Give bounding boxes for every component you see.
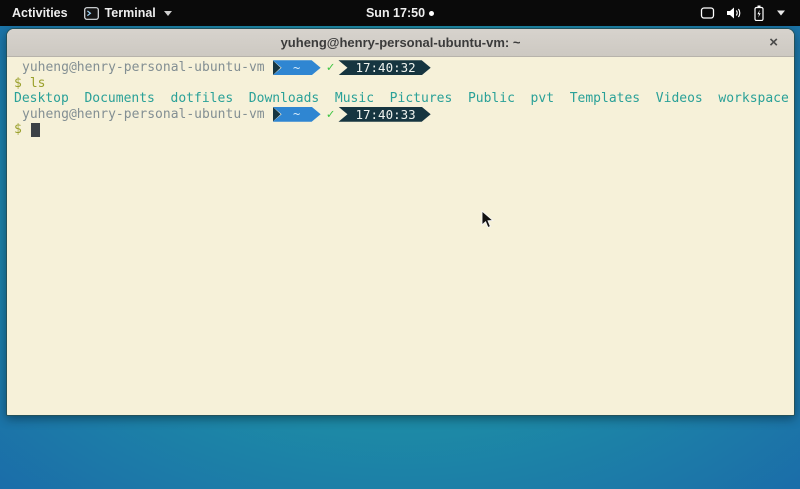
- top-bar: Activities Terminal Sun 17:50: [0, 0, 800, 26]
- command-text: ls: [30, 76, 46, 91]
- time-label: 17:40:33: [355, 107, 415, 122]
- prompt-line-2: yuheng@henry-personal-ubuntu-vm ~ ✓ 17:4…: [14, 107, 794, 123]
- clock-button[interactable]: Sun 17:50: [366, 6, 434, 20]
- time-label: 17:40:32: [355, 60, 415, 75]
- app-menu-label: Terminal: [105, 6, 156, 20]
- terminal-window: yuheng@henry-personal-ubuntu-vm: ~ × yuh…: [6, 28, 795, 416]
- volume-icon: [726, 6, 742, 20]
- time-segment: 17:40:32: [338, 60, 430, 75]
- ls-output: Desktop Documents dotfiles Downloads Mus…: [14, 91, 794, 107]
- prompt-symbol: $: [14, 122, 22, 137]
- terminal-icon: [84, 7, 99, 20]
- close-button[interactable]: ×: [769, 29, 778, 56]
- screen-icon: [700, 6, 715, 20]
- app-menu-terminal[interactable]: Terminal: [84, 6, 172, 20]
- prompt-symbol: $: [14, 76, 22, 91]
- path-label: ~: [293, 61, 300, 75]
- system-tray[interactable]: [700, 5, 800, 21]
- input-line[interactable]: $: [14, 122, 794, 138]
- mouse-cursor-icon: [481, 210, 495, 230]
- chevron-down-icon: [164, 11, 172, 16]
- window-title: yuheng@henry-personal-ubuntu-vm: ~: [281, 35, 521, 50]
- title-bar[interactable]: yuheng@henry-personal-ubuntu-vm: ~ ×: [7, 29, 794, 57]
- activities-button[interactable]: Activities: [10, 6, 70, 20]
- user-host: yuheng@henry-personal-ubuntu-vm: [14, 107, 265, 122]
- time-segment: 17:40:33: [338, 107, 430, 122]
- command-line: $ ls: [14, 76, 794, 92]
- user-host: yuheng@henry-personal-ubuntu-vm: [14, 60, 265, 75]
- desktop: Activities Terminal Sun 17:50: [0, 0, 800, 489]
- text-cursor: [31, 123, 40, 137]
- prompt-line-1: yuheng@henry-personal-ubuntu-vm ~ ✓ 17:4…: [14, 60, 794, 76]
- battery-charging-icon: [753, 5, 765, 21]
- terminal-content[interactable]: yuheng@henry-personal-ubuntu-vm ~ ✓ 17:4…: [7, 57, 794, 415]
- status-check-icon: ✓: [327, 60, 335, 75]
- path-label: ~: [293, 107, 300, 121]
- notification-dot-icon: [429, 11, 434, 16]
- clock-label: Sun 17:50: [366, 6, 425, 20]
- status-check-icon: ✓: [327, 107, 335, 122]
- chevron-down-icon: [776, 10, 786, 16]
